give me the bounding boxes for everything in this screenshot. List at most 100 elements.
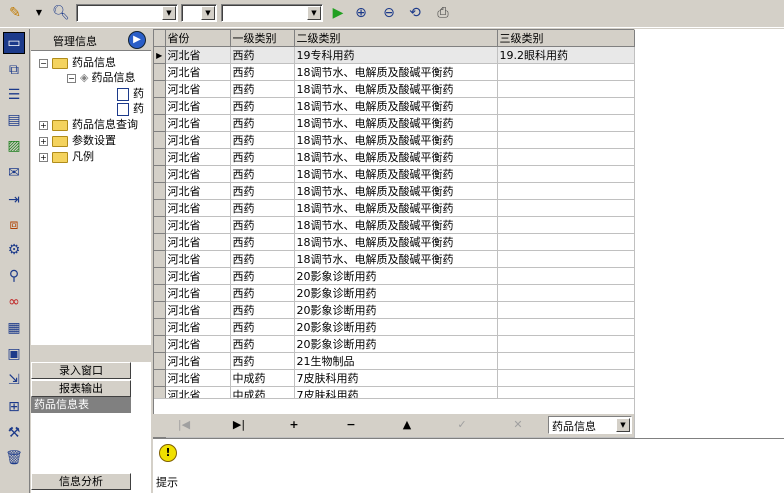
table-cell[interactable] [497,216,635,234]
table-cell[interactable]: 18调节水、电解质及酸碱平衡药 [294,80,498,98]
chart-icon[interactable]: ▨ [3,135,25,157]
table-cell[interactable]: 河北省 [165,216,231,234]
table-cell[interactable]: 18调节水、电解质及酸碱平衡药 [294,63,498,81]
table-cell[interactable]: 河北省 [165,97,231,115]
table-cell[interactable]: 20影象诊断用药 [294,267,498,285]
row-indicator[interactable] [154,352,166,370]
table-cell[interactable]: 河北省 [165,267,231,285]
insert-record-button[interactable]: + [283,416,305,434]
table-cell[interactable]: 河北省 [165,63,231,81]
table-cell[interactable]: 7皮肤科用药 [294,369,498,387]
table-cell[interactable]: 西药 [230,199,295,217]
import-icon[interactable]: ⇲ [3,369,25,391]
dropdown-arrow-icon[interactable]: ▼ [34,4,44,22]
table-row[interactable]: 河北省 西药 20影象诊断用药 [154,318,635,336]
row-indicator[interactable] [154,233,166,251]
table-cell[interactable] [497,369,635,387]
table-row[interactable]: 河北省 西药 18调节水、电解质及酸碱平衡药 [154,250,635,268]
table-row[interactable]: 河北省 西药 20影象诊断用药 [154,301,635,319]
table-cell[interactable] [497,80,635,98]
table-cell[interactable]: 河北省 [165,369,231,387]
table-cell[interactable] [497,182,635,200]
table-cell[interactable] [497,233,635,251]
row-indicator[interactable] [154,369,166,387]
table-cell[interactable]: 西药 [230,318,295,336]
table-cell[interactable]: 河北省 [165,199,231,217]
table-cell[interactable]: 西药 [230,46,295,64]
expand-icon[interactable]: ▶ [128,31,146,49]
table-cell[interactable]: 西药 [230,216,295,234]
window-icon[interactable]: ▭ [3,32,25,54]
col-header-level3[interactable]: 三级类别 [497,30,635,47]
table-cell[interactable]: 西药 [230,335,295,353]
table-row[interactable]: 河北省 西药 18调节水、电解质及酸碱平衡药 [154,233,635,251]
table-cell[interactable]: 18调节水、电解质及酸碱平衡药 [294,233,498,251]
table-cell[interactable] [497,250,635,268]
info-analysis-button[interactable]: 信息分析 [31,473,131,490]
table-row[interactable]: 河北省 西药 18调节水、电解质及酸碱平衡药 [154,165,635,183]
col-header-level2[interactable]: 二级类别 [294,30,498,47]
entry-window-button[interactable]: 录入窗口 [31,362,131,379]
table-row[interactable]: 河北省 西药 20影象诊断用药 [154,335,635,353]
cancel-record-button[interactable]: ✕ [507,416,529,434]
expand-icon[interactable]: + [39,120,48,130]
export-icon[interactable]: ⇥ [3,189,25,211]
table-cell[interactable] [497,165,635,183]
zoom-in-icon[interactable]: ⊕ [352,4,370,22]
table-cell[interactable]: 河北省 [165,182,231,200]
table-cell[interactable]: 河北省 [165,46,231,64]
table-cell[interactable] [497,114,635,132]
table-cell[interactable]: 河北省 [165,131,231,149]
row-indicator[interactable] [154,267,166,285]
row-indicator[interactable] [154,165,166,183]
table-row[interactable]: 河北省 西药 18调节水、电解质及酸碱平衡药 [154,148,635,166]
row-indicator[interactable] [154,199,166,217]
tree-leaf-2[interactable]: 药 [117,101,144,117]
table-cell[interactable] [497,301,635,319]
table-cell[interactable]: 西药 [230,301,295,319]
tree-node-drug-info-child[interactable]: − ◈ 药品信息 [67,70,135,86]
tools-icon[interactable]: ⚒ [3,422,25,444]
table-cell[interactable]: 20影象诊断用药 [294,318,498,336]
table-row[interactable]: 河北省 西药 20影象诊断用药 [154,267,635,285]
table-cell[interactable] [497,352,635,370]
tree-leaf-1[interactable]: 药 [117,86,144,102]
table-row[interactable]: 河北省 西药 18调节水、电解质及酸碱平衡药 [154,63,635,81]
table-cell[interactable]: 18调节水、电解质及酸碱平衡药 [294,131,498,149]
table-cell[interactable]: 西药 [230,131,295,149]
table-cell[interactable]: 河北省 [165,148,231,166]
table-row[interactable]: 河北省 西药 18调节水、电解质及酸碱平衡药 [154,97,635,115]
table-row[interactable]: 河北省 西药 18调节水、电解质及酸碱平衡药 [154,182,635,200]
first-record-button[interactable]: |◀ [173,416,195,434]
print-preview-icon[interactable]: ▣ [3,343,25,365]
table-cell[interactable]: 18调节水、电解质及酸碱平衡药 [294,97,498,115]
row-indicator[interactable] [154,250,166,268]
combo-field-2[interactable]: ▼ [181,4,217,22]
row-indicator[interactable] [154,318,166,336]
table-cell[interactable]: 19专科用药 [294,46,498,64]
table-cell[interactable]: 河北省 [165,318,231,336]
trash-icon[interactable]: 🗑︎ [3,447,25,469]
mail-icon[interactable]: ✉ [3,162,25,184]
table-cell[interactable]: 20影象诊断用药 [294,335,498,353]
table-cell[interactable] [497,284,635,302]
table-cell[interactable] [497,335,635,353]
table-cell[interactable]: 西药 [230,250,295,268]
table-row[interactable]: 河北省 西药 18调节水、电解质及酸碱平衡药 [154,114,635,132]
table-cell[interactable]: 18调节水、电解质及酸碱平衡药 [294,199,498,217]
table-row[interactable]: 河北省 西药 18调节水、电解质及酸碱平衡药 [154,199,635,217]
table-cell[interactable]: 19.2眼科用药 [497,46,635,64]
forms-icon[interactable]: ⧈ [3,214,25,236]
chevron-down-icon[interactable]: ▼ [616,418,630,432]
row-indicator[interactable] [154,80,166,98]
table-row[interactable]: 河北省 西药 18调节水、电解质及酸碱平衡药 [154,216,635,234]
col-header-level1[interactable]: 一级类别 [230,30,295,47]
table-cell[interactable]: 20影象诊断用药 [294,301,498,319]
table-cell[interactable]: 西药 [230,114,295,132]
table-row[interactable]: 河北省 西药 18调节水、电解质及酸碱平衡药 [154,80,635,98]
table-cell[interactable] [497,318,635,336]
table-cell[interactable]: 河北省 [165,250,231,268]
table-cell[interactable]: 18调节水、电解质及酸碱平衡药 [294,182,498,200]
table-cell[interactable]: 河北省 [165,335,231,353]
tree-node-drug-info[interactable]: − 药品信息 [39,55,116,71]
